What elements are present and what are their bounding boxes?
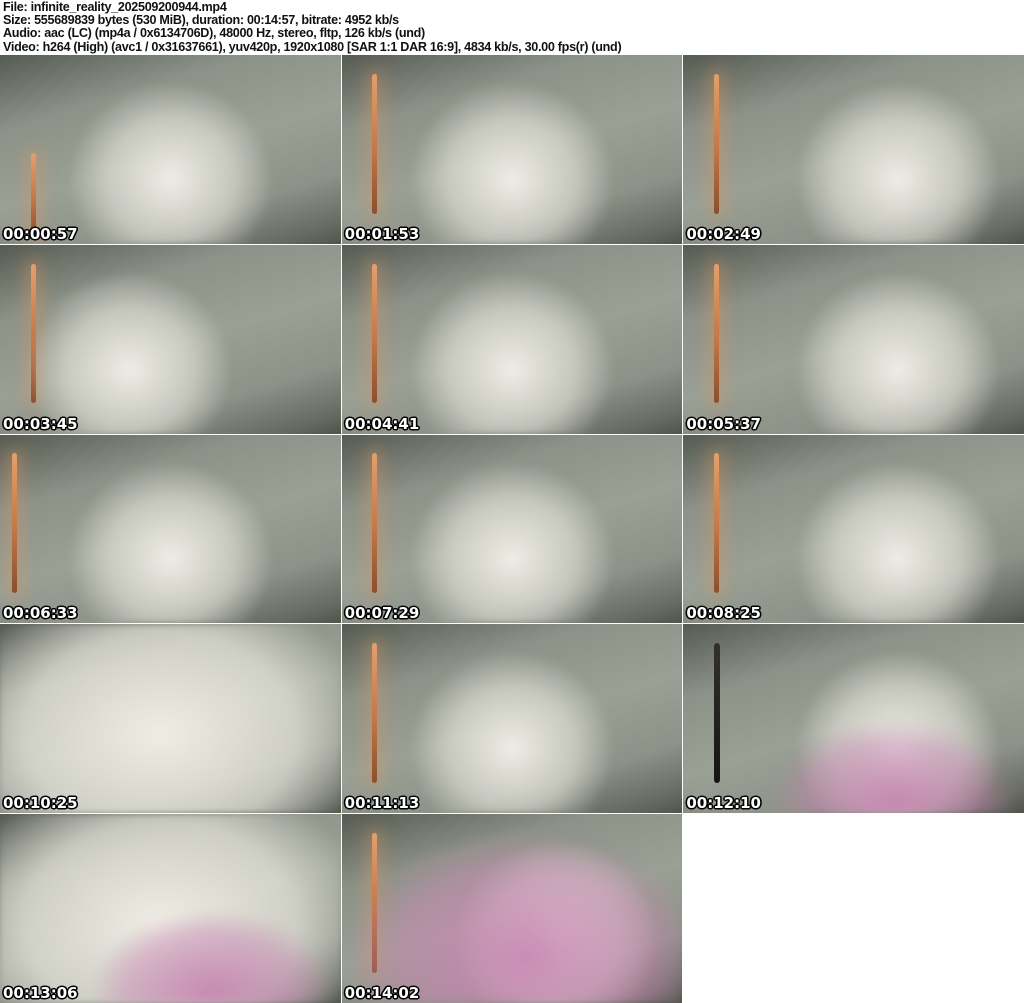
figure-highlight-shape xyxy=(0,624,341,814)
video-thumbnail: 00:01:53 xyxy=(341,55,683,244)
timestamp-overlay: 00:08:25 xyxy=(686,604,761,623)
video-thumbnail: 00:13:06 xyxy=(0,814,341,1003)
timestamp-overlay: 00:00:57 xyxy=(3,224,78,243)
figure-highlight-shape xyxy=(683,244,1024,434)
figure-highlight-shape xyxy=(683,434,1024,624)
figure-highlight-shape xyxy=(0,55,341,244)
video-thumbnail: 00:14:02 xyxy=(341,814,683,1003)
empty-grid-cell xyxy=(683,814,1024,1003)
thumbnail-grid: 00:00:57 00:01:53 00:02:49 00:03:45 00:0… xyxy=(0,55,1024,1003)
timestamp-overlay: 00:03:45 xyxy=(3,414,78,433)
video-thumbnail: 00:02:49 xyxy=(683,55,1024,244)
figure-highlight-shape xyxy=(341,624,683,814)
video-thumbnail: 00:11:13 xyxy=(341,624,683,814)
pink-tint-shape xyxy=(0,814,341,1003)
timestamp-overlay: 00:07:29 xyxy=(344,604,420,623)
figure-highlight-shape xyxy=(0,434,341,624)
figure-highlight-shape xyxy=(341,434,683,624)
timestamp-overlay: 00:11:13 xyxy=(344,794,420,813)
video-thumbnail: 00:04:41 xyxy=(341,244,683,434)
timestamp-overlay: 00:12:10 xyxy=(686,794,761,813)
media-info-header: File: infinite_reality_202509200944.mp4 … xyxy=(0,0,1024,55)
video-thumbnail: 00:12:10 xyxy=(683,624,1024,814)
video-thumbnail: 00:00:57 xyxy=(0,55,341,244)
media-info-line-audio: Audio: aac (LC) (mp4a / 0x6134706D), 480… xyxy=(3,26,425,41)
timestamp-overlay: 00:06:33 xyxy=(3,604,78,623)
timestamp-overlay: 00:05:37 xyxy=(686,414,761,433)
timestamp-overlay: 00:13:06 xyxy=(3,983,78,1002)
timestamp-overlay: 00:10:25 xyxy=(3,794,78,813)
video-thumbnail: 00:10:25 xyxy=(0,624,341,814)
timestamp-overlay: 00:01:53 xyxy=(344,224,420,243)
pink-tint-shape xyxy=(341,814,683,1003)
video-thumbnail: 00:03:45 xyxy=(0,244,341,434)
figure-highlight-shape xyxy=(341,244,683,434)
video-thumbnail: 00:05:37 xyxy=(683,244,1024,434)
video-thumbnail: 00:06:33 xyxy=(0,434,341,624)
figure-highlight-shape xyxy=(341,55,683,244)
pink-tint-shape xyxy=(683,624,1024,814)
media-info-line-video: Video: h264 (High) (avc1 / 0x31637661), … xyxy=(3,39,622,54)
timestamp-overlay: 00:14:02 xyxy=(344,983,420,1002)
timestamp-overlay: 00:02:49 xyxy=(686,224,761,243)
figure-highlight-shape xyxy=(0,244,341,434)
video-thumbnail: 00:07:29 xyxy=(341,434,683,624)
video-thumbnail: 00:08:25 xyxy=(683,434,1024,624)
timestamp-overlay: 00:04:41 xyxy=(344,414,420,433)
figure-highlight-shape xyxy=(683,55,1024,244)
